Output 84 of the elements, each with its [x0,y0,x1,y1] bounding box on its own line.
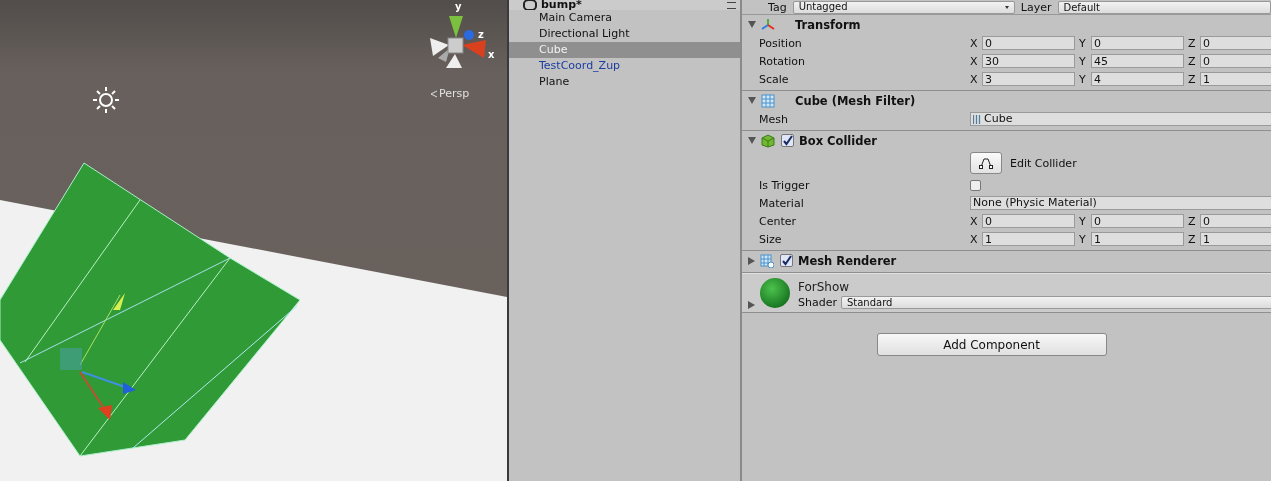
component-title: Mesh Renderer [798,253,897,268]
axis-gizmo-icon[interactable] [430,16,486,68]
material-name: ForShow [798,278,851,296]
checkbox[interactable] [970,179,981,191]
enabled-checkbox[interactable] [780,254,793,267]
axis-label: z [478,29,484,40]
mesh-renderer-icon [760,253,774,268]
axis-label: X [970,232,979,246]
number-field[interactable]: 45 [1091,54,1184,68]
number-field[interactable]: 0 [982,36,1075,50]
scene-name: bump* [541,0,582,10]
chevron-icon [430,89,437,98]
cube-icon [761,133,775,148]
layer-dropdown[interactable]: Default [1057,0,1271,14]
axis-label: X [970,54,979,68]
number-field[interactable]: 4 [1091,72,1184,86]
shader-dropdown[interactable]: Standard [840,295,1271,309]
property-label: Size [759,232,783,246]
number-field[interactable]: 0 [1200,214,1271,228]
axis-label: X [970,214,979,228]
component-title: Transform [795,17,861,32]
hierarchy-item[interactable]: TestCoord_Zup [509,58,740,74]
property-label: Rotation [759,54,806,68]
axis-label: Z [1188,232,1197,246]
number-field[interactable]: 0 [1200,36,1271,50]
number-field[interactable]: 1 [1091,232,1184,246]
property-label: Mesh [759,112,789,126]
hierarchy-item[interactable]: Plane [509,74,740,90]
add-component-button[interactable]: Add Component [876,333,1107,356]
property-label: Center [759,214,798,228]
property-label: Material [759,196,805,210]
hierarchy-item[interactable]: Directional Light [509,26,740,42]
layer-label: Layer [1020,0,1052,14]
axis-label: y [455,1,462,12]
unity-scene-icon [523,0,537,10]
hierarchy-item[interactable]: Main Camera [509,10,740,26]
number-field[interactable]: 0 [982,214,1075,228]
tag-label: Tag [768,0,787,14]
property-label: Position [759,36,803,50]
number-field[interactable]: 0 [1091,214,1184,228]
sun-icon [92,86,120,114]
component-title: Box Collider [799,133,877,148]
object-field[interactable]: Cube [970,112,1271,126]
axis-label: Y [1079,54,1087,68]
edit-collider-icon [979,157,993,169]
grid-icon [761,93,775,108]
axis-label: Y [1079,36,1087,50]
property-label: Scale [759,72,790,86]
axis-label: Y [1079,214,1087,228]
button-caption: Edit Collider [1010,156,1077,170]
property-label: Is Trigger [759,178,811,192]
axis-label: X [970,36,979,50]
axis-label: Z [1188,36,1197,50]
foldout-arrow-icon[interactable] [748,21,756,28]
axes-icon [761,17,775,32]
edit-collider-button[interactable] [970,152,1002,174]
menu-icon[interactable] [727,2,736,9]
object-value: None (Physic Material) [973,196,1097,210]
axis-label: Z [1188,214,1197,228]
number-field[interactable]: 0 [1091,36,1184,50]
number-field[interactable]: 3 [982,72,1075,86]
number-field[interactable]: 30 [982,54,1075,68]
object-field[interactable]: None (Physic Material) [970,196,1271,210]
number-field[interactable]: 1 [982,232,1075,246]
cube-drawing[interactable] [0,162,301,457]
dropdown-arrows-icon [1004,5,1009,9]
axis-label: Z [1188,54,1197,68]
material-sphere-icon [760,278,790,308]
move-gizmo-drawing[interactable] [60,293,136,420]
number-field[interactable]: 0 [1200,54,1271,68]
enabled-checkbox[interactable] [781,134,794,147]
tag-dropdown[interactable]: Untagged [792,0,1015,14]
axis-label: x [488,49,495,60]
mesh-icon [973,114,981,124]
projection-label[interactable]: Persp [430,87,470,100]
axis-label: X [970,72,979,86]
number-field[interactable]: 1 [1200,72,1271,86]
axis-label: Y [1079,72,1087,86]
axis-label: Y [1079,232,1087,246]
axis-label: Z [1188,72,1197,86]
object-value: Cube [984,112,1013,126]
number-field[interactable]: 1 [1200,232,1271,246]
component-title: Cube (Mesh Filter) [795,93,916,108]
shader-label: Shader [798,295,837,309]
